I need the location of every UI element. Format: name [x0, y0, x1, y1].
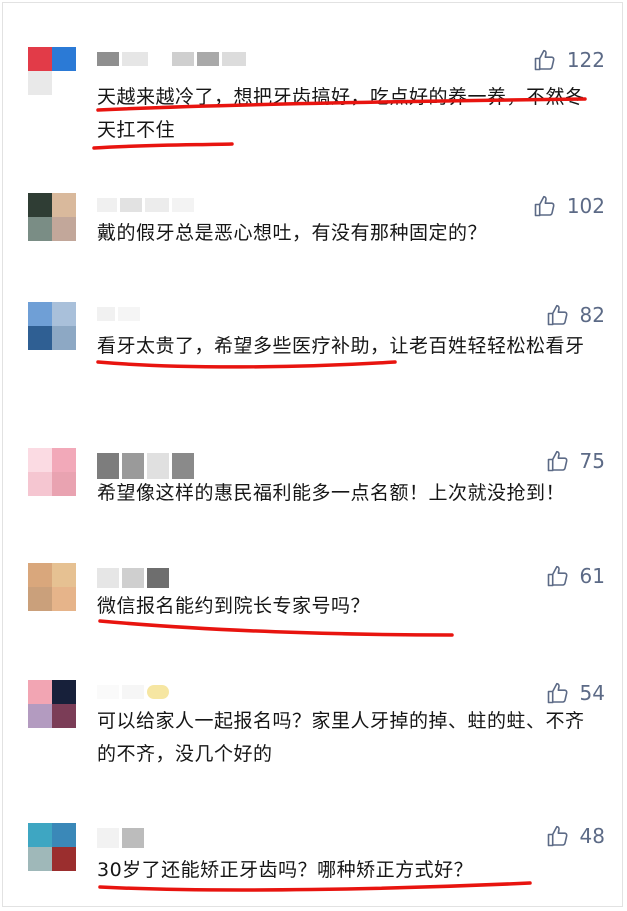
username-blurred[interactable] — [97, 198, 194, 212]
avatar[interactable] — [28, 563, 76, 611]
thumbs-up-icon — [547, 565, 568, 587]
comment-text: 看牙太贵了，希望多些医疗补助，让老百姓轻轻松松看牙 — [97, 335, 585, 357]
username-blurred[interactable] — [97, 685, 169, 699]
avatar[interactable] — [28, 823, 76, 871]
like-button[interactable]: 82 — [546, 302, 605, 328]
thumbs-up-icon — [547, 450, 568, 472]
like-button[interactable]: 48 — [546, 823, 605, 849]
thumbs-up-icon — [547, 304, 568, 326]
like-count: 75 — [579, 449, 605, 473]
thumbs-up-icon — [534, 195, 555, 217]
avatar[interactable] — [28, 193, 76, 241]
avatar[interactable] — [28, 47, 76, 95]
avatar[interactable] — [28, 680, 76, 728]
like-count: 82 — [579, 303, 605, 327]
like-button[interactable]: 75 — [546, 448, 605, 474]
like-count: 102 — [566, 194, 605, 218]
thumbs-up-icon — [547, 682, 568, 704]
comment-text: 天越来越冷了，想把牙齿搞好，吃点好的养一养，不然冬天扛不住 — [97, 86, 585, 141]
comment-text: 可以给家人一起报名吗？家里人牙掉的掉、蛀的蛀、不齐的不齐，没几个好的 — [97, 710, 585, 765]
username-blurred[interactable] — [97, 307, 140, 321]
username-blurred[interactable] — [97, 453, 194, 479]
like-count: 48 — [579, 824, 605, 848]
username-blurred[interactable] — [97, 52, 246, 66]
username-blurred[interactable] — [97, 828, 144, 848]
avatar[interactable] — [28, 448, 76, 496]
comment-text: 30岁了还能矫正牙齿吗？哪种矫正方式好？ — [97, 859, 474, 881]
like-count: 54 — [579, 681, 605, 705]
username-blurred[interactable] — [97, 568, 169, 588]
like-button[interactable]: 102 — [533, 193, 605, 219]
like-button[interactable]: 54 — [546, 680, 605, 706]
like-count: 122 — [566, 48, 605, 72]
like-button[interactable]: 61 — [546, 563, 605, 589]
thumbs-up-icon — [547, 825, 568, 847]
like-button[interactable]: 122 — [533, 47, 605, 73]
comment-text: 希望像这样的惠民福利能多一点名额！上次就没抢到！ — [97, 482, 566, 504]
like-count: 61 — [579, 564, 605, 588]
comment-text: 戴的假牙总是恶心想吐，有没有那种固定的？ — [97, 222, 488, 244]
avatar[interactable] — [28, 302, 76, 350]
comment-text: 微信报名能约到院长专家号吗？ — [97, 595, 371, 617]
thumbs-up-icon — [534, 49, 555, 71]
